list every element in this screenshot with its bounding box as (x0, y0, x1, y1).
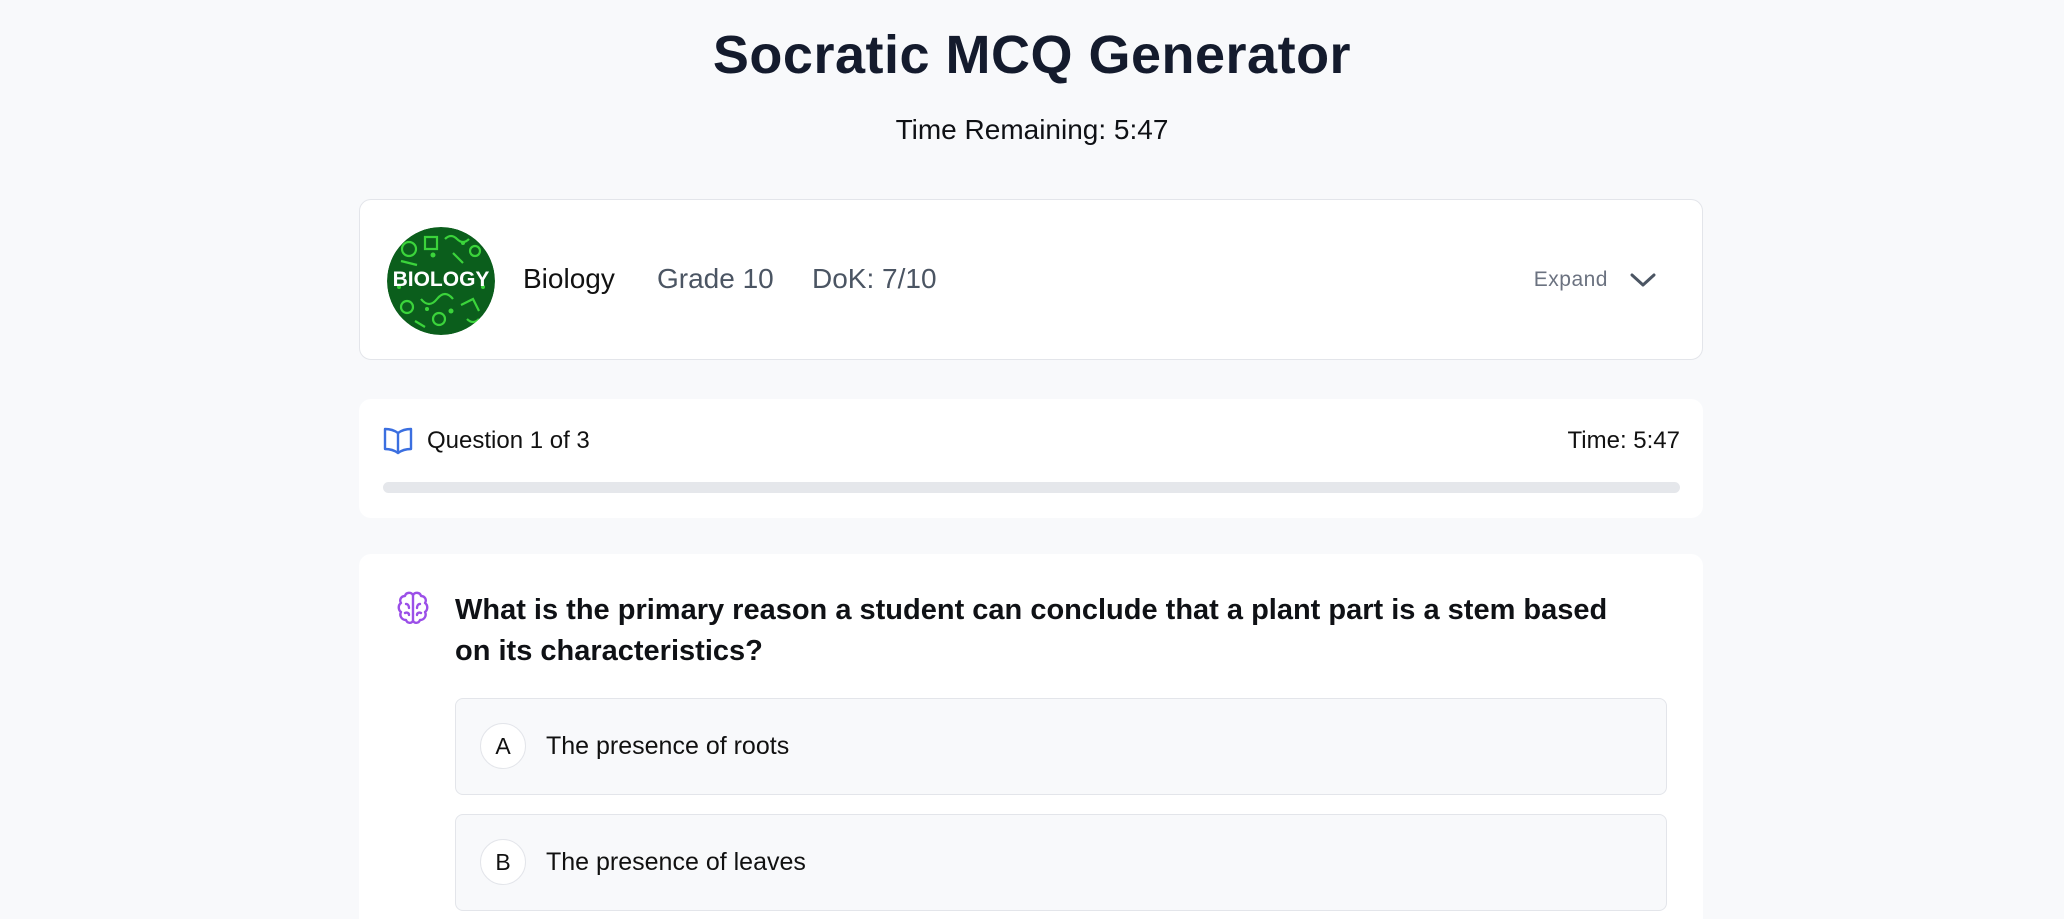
option-b[interactable]: B The presence of leaves (455, 814, 1667, 911)
expand-button[interactable]: Expand (1534, 260, 1656, 300)
biology-logo-text: BIOLOGY (392, 268, 490, 291)
subject-grade: Grade 10 (657, 263, 774, 294)
option-text: The presence of leaves (546, 848, 806, 876)
page-title: Socratic MCQ Generator (712, 25, 1352, 85)
option-a[interactable]: A The presence of roots (455, 698, 1667, 795)
progress-card: Question 1 of 3 Time: 5:47 (359, 399, 1703, 518)
subject-card: BIOLOGY Biology Grade 10 DoK: 7/10 Expan… (359, 199, 1703, 360)
time-remaining-label: Time Remaining: 5:47 (895, 114, 1169, 145)
option-text: The presence of roots (546, 732, 790, 760)
book-open-icon (383, 427, 413, 455)
expand-label: Expand (1533, 268, 1608, 291)
question-timer: Time: 5:47 (1567, 427, 1681, 454)
question-counter: Question 1 of 3 (427, 427, 590, 454)
question-text: What is the primary reason a student can… (455, 594, 1608, 667)
chevron-down-icon (1630, 273, 1656, 287)
subject-name: Biology (523, 263, 615, 294)
progress-bar (383, 482, 1680, 493)
page: Socratic MCQ Generator Time Remaining: 5… (0, 0, 2064, 919)
option-letter: B (480, 839, 526, 885)
subject-dok: DoK: 7/10 (812, 263, 937, 294)
question-card: What is the primary reason a student can… (359, 554, 1703, 919)
question-counter-group: Question 1 of 3 (383, 425, 590, 457)
option-letter: A (480, 723, 526, 769)
brain-icon (397, 591, 429, 624)
biology-logo: BIOLOGY (387, 227, 495, 335)
